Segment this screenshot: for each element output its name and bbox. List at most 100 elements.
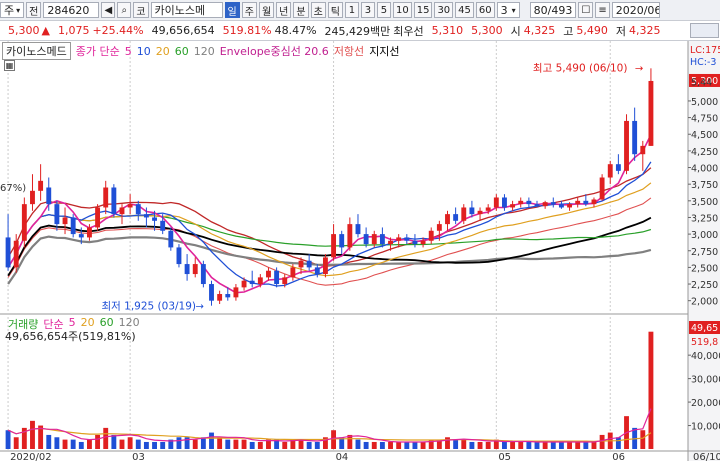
interval-3[interactable]: 3	[360, 2, 375, 18]
candle-body	[135, 204, 141, 215]
candle-body	[314, 267, 320, 275]
volume-current-tag: 49,65	[691, 323, 718, 334]
up-arrow-icon: ▲	[41, 24, 50, 37]
interval-5[interactable]: 5	[376, 2, 391, 18]
legend-envelope: Envelope중심선 20.6	[219, 45, 329, 58]
search-icon[interactable]: ⌕	[117, 2, 132, 18]
volume-bar	[518, 441, 524, 449]
date-field[interactable]: 2020/06/1	[611, 2, 660, 18]
legend-ma20: 20	[155, 44, 170, 58]
price-tick-label: 2,500	[691, 263, 718, 274]
interval-custom-dropdown[interactable]: 3 ▾	[496, 2, 520, 18]
candle-body	[200, 264, 206, 285]
candle-body	[70, 217, 76, 235]
volume-bar	[225, 439, 231, 449]
price-change-pct: +25.44%	[92, 24, 144, 37]
list-icon[interactable]: ≡	[595, 2, 610, 18]
period-week[interactable]: 주	[241, 2, 257, 18]
volume-bar	[241, 439, 247, 449]
candle-body	[78, 234, 84, 238]
chart-legend: 카이노스메드 종가 단순 5 10 20 60 120 Envelope중심선 …	[2, 42, 400, 60]
period-day[interactable]: 일	[224, 2, 240, 18]
volume-bar	[54, 437, 60, 449]
volume-bar	[502, 441, 507, 449]
candle-body	[152, 217, 157, 221]
candle-body	[550, 202, 556, 205]
buy-button[interactable]	[690, 23, 719, 38]
price-tick-label: 4,000	[691, 164, 718, 175]
period-year[interactable]: 년	[276, 2, 292, 18]
period-minute[interactable]: 분	[293, 2, 309, 18]
stock-code-input[interactable]: 284620	[43, 2, 100, 18]
candle-body	[306, 260, 312, 268]
volume-bar	[209, 432, 214, 449]
prev-button[interactable]: 전	[26, 2, 42, 18]
volume-bar	[445, 437, 450, 449]
candle-body	[510, 204, 516, 208]
price-tick-label: 3,500	[691, 197, 718, 208]
volume-bar	[615, 437, 621, 449]
volume-bar	[485, 441, 491, 449]
checkbox-icon[interactable]: ☐	[578, 2, 594, 18]
period-second[interactable]: 초	[310, 2, 326, 18]
volume-value: 49,656,654	[151, 24, 215, 37]
interval-30[interactable]: 30	[434, 2, 454, 18]
interval-15[interactable]: 15	[413, 2, 433, 18]
volume-bar	[298, 439, 304, 449]
stock-code-value: 284620	[47, 3, 90, 17]
arrow-right-icon: →	[196, 302, 204, 313]
volume-ratio: 519.81%	[222, 24, 272, 37]
interval-10[interactable]: 10	[392, 2, 412, 18]
volume-bar	[379, 441, 385, 449]
price-tick-label: 2,750	[691, 247, 718, 258]
volume-bar	[510, 441, 516, 449]
candle-body	[339, 234, 345, 248]
volume-bar	[469, 441, 475, 449]
candle-body	[274, 270, 280, 285]
volume-bar	[111, 434, 117, 449]
period-tick[interactable]: 틱	[327, 2, 343, 18]
volume-bar	[30, 420, 35, 449]
candle-body	[13, 240, 19, 268]
volume-bar	[70, 439, 76, 449]
candle-body	[192, 264, 198, 275]
candle-body	[534, 204, 540, 207]
candle-body	[38, 180, 44, 191]
interval-custom-value: 3	[500, 3, 508, 17]
menu-dropdown[interactable]: 주 ▾	[0, 2, 25, 18]
interval-60[interactable]: 60	[475, 2, 495, 18]
legend-ma60: 60	[174, 44, 189, 58]
legend-resistance: 저항선	[333, 45, 365, 58]
candle-body	[445, 214, 450, 225]
grid-toggle-icon[interactable]: ▦	[4, 60, 15, 71]
volume-bar	[453, 439, 459, 449]
volume-bar	[396, 441, 402, 449]
candle-body	[95, 207, 101, 228]
volume-bar	[477, 441, 483, 449]
x-tick-label: 06/10	[693, 452, 720, 461]
interval-1[interactable]: 1	[344, 2, 359, 18]
interval-45[interactable]: 45	[455, 2, 474, 18]
candle-body	[518, 200, 524, 205]
x-tick-label: 05	[498, 452, 511, 461]
candle-body	[30, 190, 35, 205]
stock-name-field[interactable]: 카이노스메	[150, 2, 223, 18]
price-tick-label: 4,250	[691, 147, 718, 158]
price-chart[interactable]: 2020/02 03 04 05 06 06/10 5,000 4,750 4,500 4,250…	[0, 41, 720, 461]
candle-body	[436, 224, 442, 231]
count-value: 80	[533, 3, 548, 17]
speaker-icon[interactable]: ◀	[101, 2, 116, 18]
volume-bar	[78, 441, 84, 449]
volume-bar	[526, 441, 532, 449]
count-field[interactable]: 80 /493	[529, 2, 577, 18]
price-tick-label: 3,750	[691, 180, 718, 191]
period-month[interactable]: 월	[258, 2, 275, 18]
volume-bar	[648, 331, 654, 449]
legend-ma5: 5	[124, 44, 132, 58]
market-button[interactable]: 코	[133, 2, 149, 18]
volume-bar	[314, 441, 320, 449]
volume-bar	[412, 441, 418, 449]
quote-bar: 5,300 ▲ 1,075 +25.44% 49,656,654 519.81%…	[0, 21, 720, 41]
volume-bar	[233, 439, 239, 449]
candle-body	[404, 237, 410, 241]
